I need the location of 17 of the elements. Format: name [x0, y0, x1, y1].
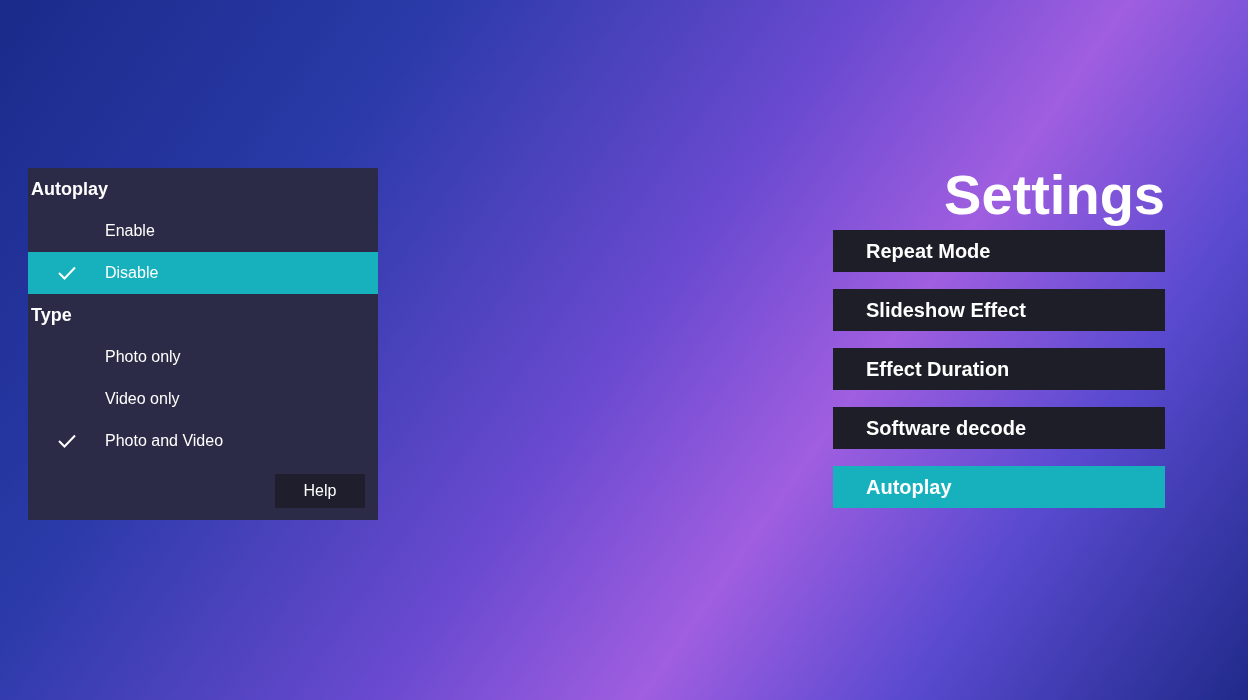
option-item[interactable]: Photo and Video [28, 420, 378, 462]
section-heading: Type [30, 304, 73, 327]
settings-menu-item[interactable]: Repeat Mode [833, 230, 1165, 272]
option-item[interactable]: Enable [28, 210, 378, 252]
option-label: Disable [105, 264, 159, 282]
option-item[interactable]: Photo only [28, 336, 378, 378]
option-label: Photo and Video [105, 432, 224, 450]
option-item[interactable]: Video only [28, 378, 378, 420]
settings-menu-item[interactable]: Effect Duration [833, 348, 1165, 390]
help-button[interactable]: Help [275, 474, 365, 508]
section-heading: Autoplay [30, 178, 109, 201]
option-label: Photo only [105, 348, 181, 366]
option-label: Enable [105, 222, 155, 240]
settings-menu-item[interactable]: Software decode [833, 407, 1165, 449]
settings-menu-item[interactable]: Slideshow Effect [833, 289, 1165, 331]
option-label: Video only [105, 390, 180, 408]
settings-title: Settings [944, 165, 1165, 225]
